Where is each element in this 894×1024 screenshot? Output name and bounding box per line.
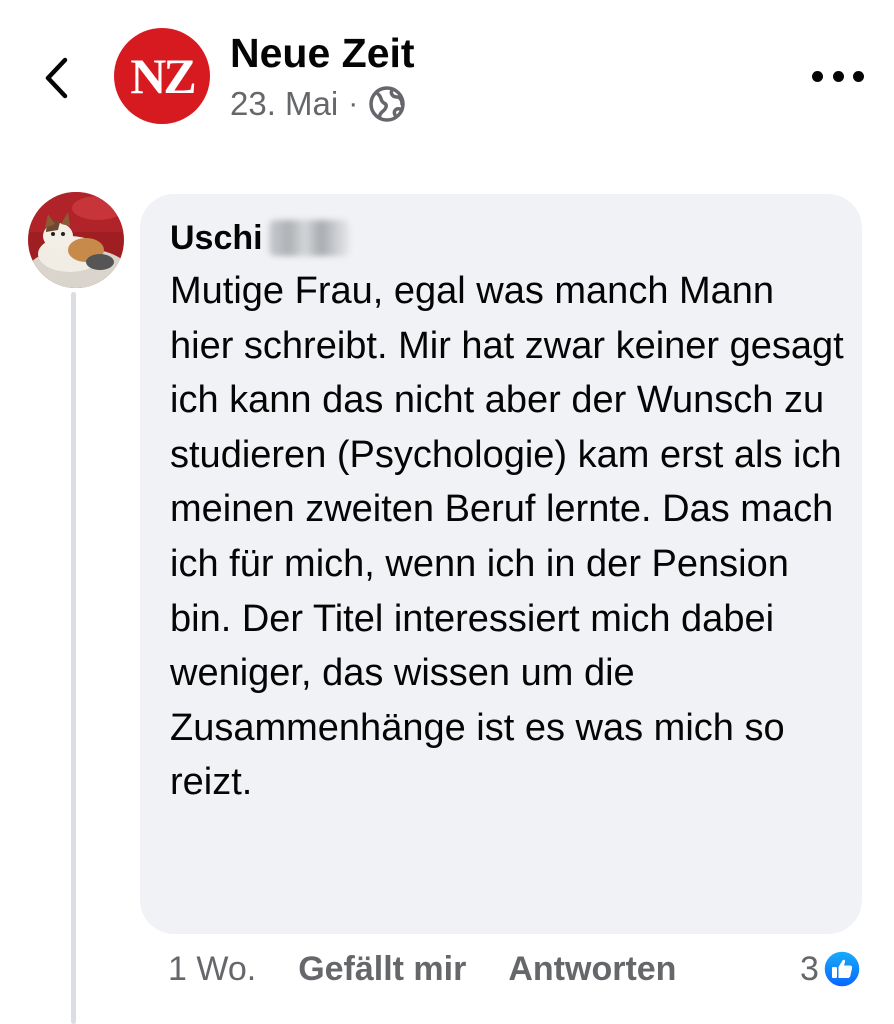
reaction-count: 3 — [800, 949, 819, 988]
more-dot — [853, 70, 864, 82]
more-dot — [812, 70, 823, 82]
reply-thread-line — [71, 292, 76, 1024]
comment-bubble: Uschi Mutige Frau, egal was manch Mann h… — [140, 194, 862, 934]
comment-timestamp[interactable]: 1 Wo. — [168, 950, 256, 989]
page-avatar[interactable]: NZ — [114, 28, 210, 124]
page-name[interactable]: Neue Zeit — [230, 30, 415, 77]
post-meta: 23. Mai · — [230, 84, 406, 124]
comment-actions: 1 Wo. Gefällt mir Antworten — [168, 944, 676, 994]
post-date[interactable]: 23. Mai — [230, 85, 338, 123]
more-dot — [832, 70, 844, 82]
back-button[interactable] — [36, 52, 76, 104]
redacted-surname — [268, 220, 349, 256]
globe-icon — [368, 85, 406, 123]
comment-author-row: Uschi — [170, 216, 349, 260]
reply-button[interactable]: Antworten — [508, 950, 676, 989]
post-header: NZ Neue Zeit 23. Mai · — [0, 0, 894, 150]
comment-author-name[interactable]: Uschi — [170, 219, 263, 258]
reaction-summary[interactable]: 3 — [800, 944, 861, 994]
chevron-left-icon — [45, 57, 68, 99]
meta-separator: · — [348, 87, 359, 120]
cat-photo-avatar — [28, 192, 124, 288]
like-thumbs-up-icon — [823, 950, 861, 988]
comment-text: Mutige Frau, egal was manch Mann hier sc… — [170, 270, 844, 804]
page-logo-text: NZ — [130, 48, 196, 104]
more-options-button[interactable] — [812, 62, 864, 90]
commenter-avatar[interactable] — [28, 192, 124, 288]
like-button[interactable]: Gefällt mir — [298, 950, 466, 989]
